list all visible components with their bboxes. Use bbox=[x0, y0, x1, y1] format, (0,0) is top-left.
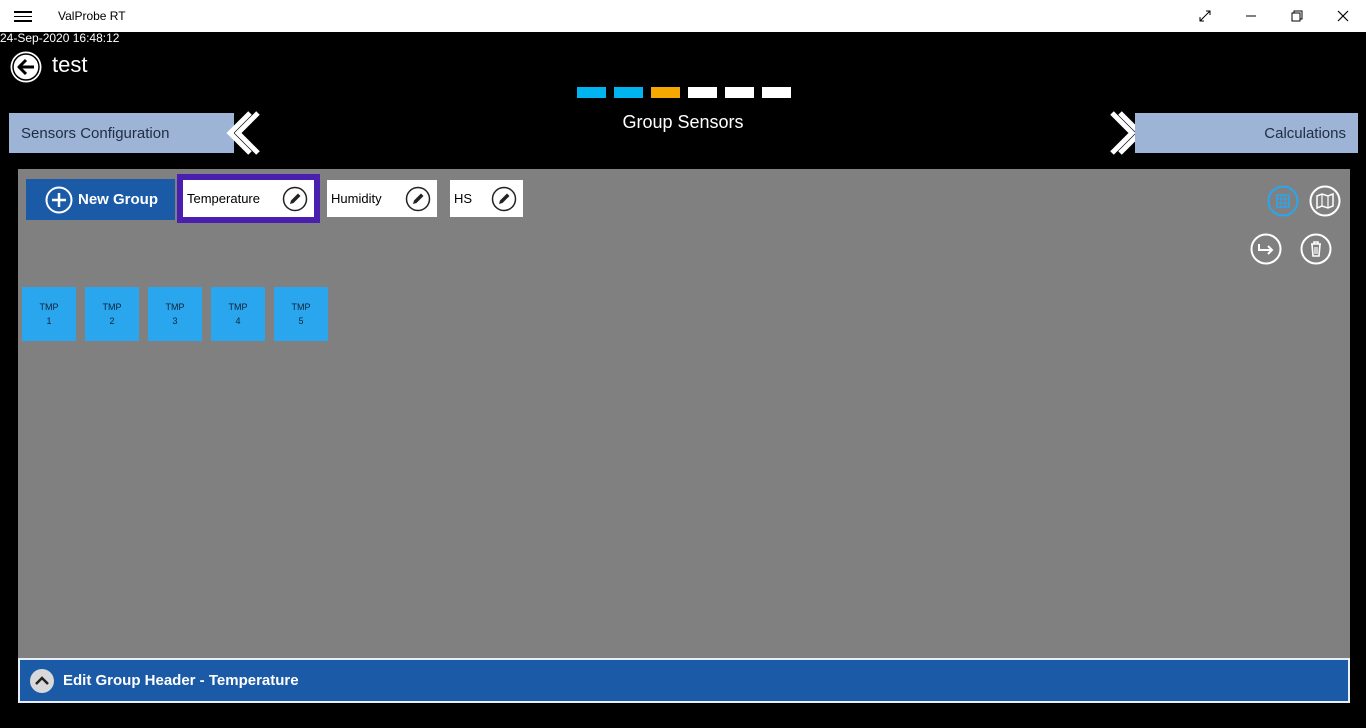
group-panel bbox=[18, 169, 1350, 659]
back-button[interactable] bbox=[9, 50, 43, 84]
step-marker bbox=[614, 87, 643, 98]
minimize-icon[interactable] bbox=[1228, 0, 1274, 32]
new-group-button[interactable]: New Group bbox=[26, 179, 175, 220]
edit-group-header-label: Edit Group Header - Temperature bbox=[63, 672, 299, 689]
trash-icon[interactable] bbox=[1300, 233, 1332, 265]
group-tab-label: HS bbox=[454, 191, 473, 206]
group-tab-label: Humidity bbox=[331, 191, 382, 206]
next-step-button[interactable]: Calculations bbox=[1135, 113, 1358, 153]
map-view-icon[interactable] bbox=[1309, 185, 1341, 217]
sensor-type: TMP bbox=[228, 302, 248, 312]
sensor-number: 5 bbox=[298, 316, 304, 326]
group-tab-temperature[interactable]: Temperature bbox=[177, 174, 320, 223]
back-arrow-icon bbox=[10, 51, 42, 83]
group-tab-humidity[interactable]: Humidity bbox=[327, 180, 437, 217]
step-marker bbox=[577, 87, 606, 98]
step-marker bbox=[651, 87, 680, 98]
prev-step-button[interactable]: Sensors Configuration bbox=[9, 113, 234, 153]
window-titlebar: ValProbe RT bbox=[0, 0, 1366, 32]
edit-pencil-icon[interactable] bbox=[491, 186, 517, 212]
datetime-label: 24-Sep-2020 16:48:12 bbox=[0, 31, 120, 45]
sensor-type: TMP bbox=[39, 302, 59, 312]
fullscreen-icon[interactable] bbox=[1182, 0, 1228, 32]
step-marker bbox=[762, 87, 791, 98]
sensor-number: 2 bbox=[109, 316, 115, 326]
sensor-number: 4 bbox=[235, 316, 241, 326]
chevron-up-icon[interactable] bbox=[29, 668, 55, 694]
restore-icon[interactable] bbox=[1274, 0, 1320, 32]
chevron-left-icon[interactable] bbox=[220, 110, 260, 156]
next-step-label: Calculations bbox=[1264, 125, 1346, 142]
section-title: Group Sensors bbox=[622, 112, 744, 132]
hamburger-menu-icon[interactable] bbox=[14, 8, 32, 24]
page-title: test bbox=[52, 52, 88, 77]
sensor-type: TMP bbox=[165, 302, 185, 312]
edit-pencil-icon[interactable] bbox=[405, 186, 431, 212]
sensor-type: TMP bbox=[291, 302, 311, 312]
new-group-label: New Group bbox=[78, 191, 159, 208]
edit-group-header-bar[interactable]: Edit Group Header - Temperature bbox=[18, 658, 1350, 703]
step-indicator bbox=[577, 87, 791, 98]
sensor-type: TMP bbox=[102, 302, 122, 312]
plus-circle-icon bbox=[45, 186, 73, 213]
grid-view-icon[interactable] bbox=[1267, 185, 1299, 217]
step-marker bbox=[688, 87, 717, 98]
prev-step-label: Sensors Configuration bbox=[21, 125, 170, 142]
group-tab-label: Temperature bbox=[187, 191, 260, 206]
sensor-tile[interactable]: TMP 4 bbox=[211, 287, 265, 341]
app-title: ValProbe RT bbox=[58, 9, 126, 23]
close-icon[interactable] bbox=[1320, 0, 1366, 32]
sensor-tile[interactable]: TMP 5 bbox=[274, 287, 328, 341]
step-marker bbox=[725, 87, 754, 98]
group-tab-hs[interactable]: HS bbox=[450, 180, 523, 217]
sensor-number: 1 bbox=[46, 316, 52, 326]
sensor-tile[interactable]: TMP 1 bbox=[22, 287, 76, 341]
sensor-tile[interactable]: TMP 2 bbox=[85, 287, 139, 341]
sensor-number: 3 bbox=[172, 316, 178, 326]
sensor-tile[interactable]: TMP 3 bbox=[148, 287, 202, 341]
move-sensor-icon[interactable] bbox=[1250, 233, 1282, 265]
edit-pencil-icon[interactable] bbox=[282, 186, 308, 212]
